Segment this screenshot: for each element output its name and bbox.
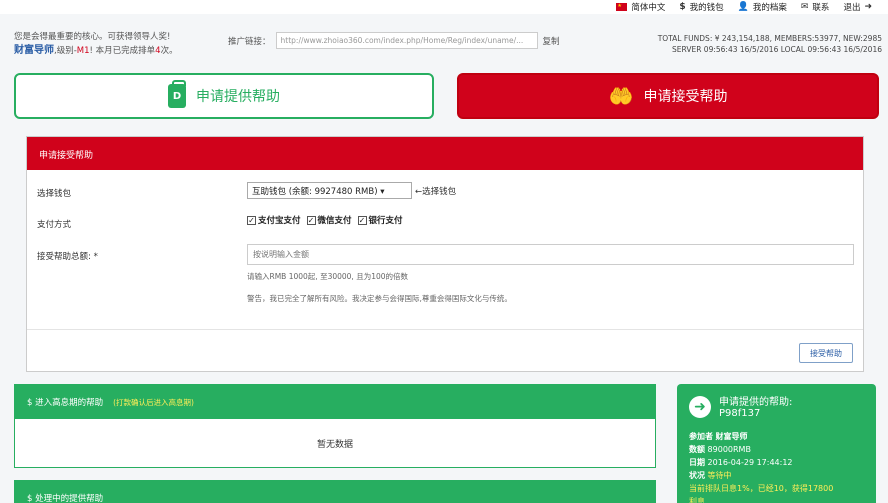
chevron-down-icon: ▾: [380, 187, 385, 197]
payment-methods: ✓ 支付宝支付 ✓ 微信支付 ✓ 银行支付: [247, 214, 403, 226]
provide-help-button[interactable]: D 申请提供帮助: [14, 73, 434, 119]
alipay-checkbox[interactable]: ✓ 支付宝支付: [247, 214, 301, 226]
top-bar: 简体中文 $我的钱包 👤我的档案 ✉联系 退出➜: [0, 0, 888, 14]
bank-checkbox[interactable]: ✓ 银行支付: [357, 214, 403, 226]
amount-hint: 请输入RMB 1000起, 至30000, 且为100的倍数: [247, 272, 409, 281]
payment-method-label: 支付方式: [37, 220, 72, 230]
profile-link[interactable]: 👤 我的档案: [738, 1, 787, 13]
processing-section-title: $ 处理中的提供帮助: [27, 494, 104, 503]
header-info: 您是会得最重要的核心。可获得领导人奖! 财富导师,级别-M1! 本月已完成排单4…: [0, 14, 888, 64]
receive-hand-icon: 🤲: [608, 84, 634, 108]
copy-link-button[interactable]: 复制: [543, 35, 560, 47]
interest-section: $ 进入高息期的帮助 (打款确认后进入高息期) 暂无数据: [14, 384, 656, 468]
checkmark-icon: ✓: [247, 216, 256, 225]
user-icon: 👤: [737, 2, 749, 12]
language-switch[interactable]: 简体中文: [616, 1, 665, 13]
panel-title: 申请接受帮助: [27, 137, 863, 170]
processing-section: $ 处理中的提供帮助: [14, 480, 656, 503]
contact-link[interactable]: ✉ 联系: [801, 1, 830, 13]
interest-section-title: $ 进入高息期的帮助: [27, 398, 104, 408]
wechat-checkbox[interactable]: ✓ 微信支付: [306, 214, 352, 226]
wallet-label: 选择钱包: [37, 189, 72, 199]
mail-icon: ✉: [800, 2, 809, 12]
logout-link[interactable]: 退出 ➜: [843, 1, 872, 13]
user-summary: 您是会得最重要的核心。可获得领导人奖! 财富导师,级别-M1! 本月已完成排单4…: [14, 32, 178, 56]
site-stats: TOTAL FUNDS: ¥ 243,154,188, MEMBERS:5397…: [657, 34, 882, 54]
logout-arrow-icon: ➜: [864, 2, 872, 12]
user-level: M1: [76, 46, 90, 56]
card-code: P98f137: [719, 408, 761, 419]
arrow-right-icon: ➜: [689, 396, 711, 418]
empty-state: 暂无数据: [316, 439, 353, 450]
checkmark-icon: ✓: [357, 216, 367, 225]
risk-warning: 警告，我已完全了解所有风险。我决定参与会得国际,尊重会得国际文化与传统。: [247, 294, 512, 303]
status-text: 等待中: [707, 471, 732, 480]
divider: [27, 329, 863, 330]
submit-accept-button[interactable]: 接受帮助: [799, 343, 853, 363]
promo-link-row: 推广链接： 复制: [228, 32, 560, 49]
interest-section-hint: (打款确认后进入高息期): [113, 397, 194, 407]
top-nav: 简体中文 $我的钱包 👤我的档案 ✉联系 退出➜: [616, 1, 872, 13]
amount-label: 接受帮助总额: *: [37, 252, 98, 262]
amount-input[interactable]: [247, 244, 854, 265]
checkmark-icon: ✓: [306, 216, 316, 225]
accept-help-button[interactable]: 🤲 申请接受帮助: [457, 73, 879, 119]
username: 财富导师: [14, 45, 54, 56]
wallet-link[interactable]: $ 我的钱包: [679, 1, 723, 13]
wallet-select[interactable]: 互助钱包 (余额: 9927480 RMB) ▾: [247, 182, 412, 199]
interest-note: 当前排队日息1%，已经10，获得17800: [689, 484, 834, 493]
promo-link-field[interactable]: [275, 32, 538, 49]
card-details: 参加者 财富导师 数额 89000RMB 日期 2016-04-29 17:44…: [689, 432, 834, 503]
accept-help-panel: 申请接受帮助 选择钱包 互助钱包 (余额: 9927480 RMB) ▾ ←选择…: [26, 136, 864, 372]
wallet-icon: D: [168, 80, 186, 108]
wallet-select-hint: ←选择钱包: [415, 187, 457, 197]
provide-help-card[interactable]: ➜ 申请提供的帮助: P98f137 参加者 财富导师 数额 89000RMB …: [677, 384, 876, 503]
china-flag-icon: [616, 3, 628, 11]
dollar-icon: $: [679, 2, 686, 12]
